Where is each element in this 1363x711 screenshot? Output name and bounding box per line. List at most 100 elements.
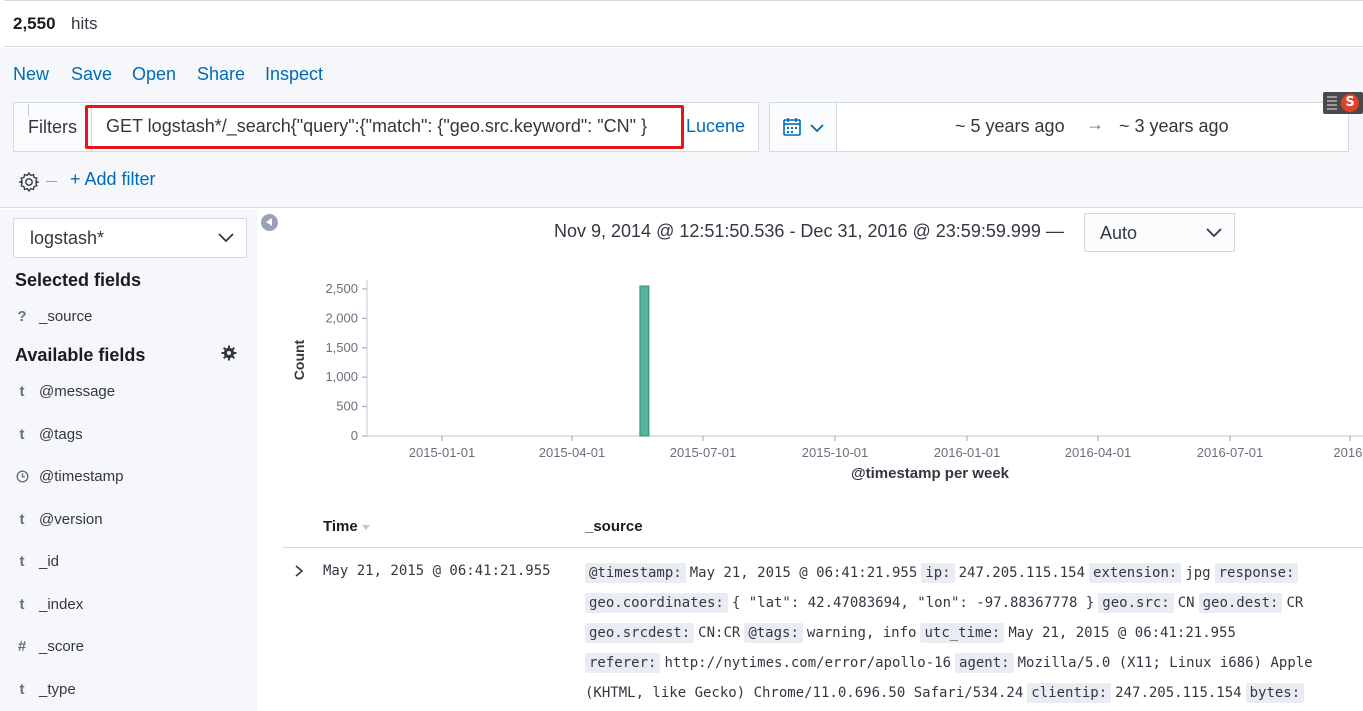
source-line: referer: http://nytimes.com/error/apollo-… — [585, 653, 1317, 679]
source-field-key: @timestamp: — [585, 563, 686, 583]
source-field-value: warning, info — [806, 625, 917, 641]
sogou-s-icon: S — [1341, 94, 1359, 112]
clock-icon — [15, 468, 29, 487]
date-start[interactable]: ~ 5 years ago — [955, 116, 1065, 137]
x-tick-label: 2016-04-01 — [1065, 445, 1132, 460]
divider — [28, 104, 29, 116]
field-type-icon: t — [19, 680, 25, 698]
field-name: @message — [39, 383, 116, 400]
histogram-bar[interactable] — [639, 285, 650, 437]
index-pattern-value: logstash* — [30, 228, 105, 248]
x-tick-label: 2015-10-01 — [802, 445, 869, 460]
save-button[interactable]: Save — [71, 64, 112, 85]
field-id[interactable]: t _id — [15, 551, 245, 575]
gear-icon[interactable] — [221, 345, 237, 361]
y-tick-label: 0 — [351, 428, 358, 443]
add-filter-button[interactable]: + Add filter — [70, 169, 156, 190]
source-line: geo.srcdest: CN:CR @tags: warning, info utc_… — [585, 623, 1240, 649]
row-time: May 21, 2015 @ 06:41:21.955 — [323, 563, 551, 579]
y-tick-label: 2,500 — [325, 281, 358, 296]
field-name: _type — [39, 680, 76, 698]
field-type-icon: ? — [17, 308, 27, 325]
collapse-sidebar-button[interactable] — [261, 214, 278, 231]
source-field-key: agent: — [955, 653, 1014, 673]
field-type-icon: t — [19, 425, 25, 443]
field-timestamp[interactable]: @timestamp — [15, 466, 245, 490]
source-field-key: geo.srcdest: — [585, 623, 695, 643]
grip-icon — [1327, 96, 1337, 110]
hits-label: hits — [71, 14, 98, 33]
source-field-key: ip: — [921, 563, 955, 583]
x-tick-label: 2016- — [1333, 445, 1363, 460]
open-button[interactable]: Open — [132, 64, 176, 85]
source-field-value: { "lat": 42.47083694, "lon": -97.8836777… — [731, 595, 1095, 611]
field-name: _source — [39, 308, 93, 325]
sogou-ime-icon[interactable]: S — [1323, 92, 1363, 114]
divider — [46, 181, 57, 182]
selected-fields-title: Selected fields — [15, 270, 142, 290]
hits-count: 2,550 — [13, 14, 56, 33]
field-type-icon: t — [19, 510, 25, 528]
y-tick-label: 2,000 — [325, 310, 358, 325]
source-field-value: 247.205.115.154 — [958, 565, 1086, 581]
date-picker: ~ 5 years ago → ~ 3 years ago — [769, 102, 1349, 152]
source-field-key: bytes: — [1245, 683, 1305, 703]
field-name: @version — [39, 510, 103, 528]
chevron-down-icon — [218, 233, 234, 243]
new-button[interactable]: New — [13, 64, 49, 85]
field-name: @timestamp — [39, 468, 124, 485]
field-tags[interactable]: t @tags — [15, 424, 245, 448]
y-tick-label: 1,500 — [325, 340, 358, 355]
source-field-key: geo.dest: — [1198, 593, 1283, 613]
source-field-value: 247.205.115.154 — [1115, 685, 1242, 701]
calendar-icon — [783, 118, 801, 136]
inspect-button[interactable]: Inspect — [265, 64, 323, 85]
quick-select-button[interactable] — [770, 103, 837, 151]
source-field-key: geo.src: — [1098, 593, 1174, 613]
source-field-key: utc_time: — [920, 623, 1005, 643]
share-button[interactable]: Share — [197, 64, 245, 85]
source-field-value: May 21, 2015 @ 06:41:21.955 — [1008, 625, 1236, 641]
query-language-button[interactable]: Lucene — [686, 116, 745, 137]
field-source[interactable]: ? _source — [15, 306, 245, 330]
chevron-down-icon — [1206, 228, 1222, 238]
y-tick-label: 500 — [336, 399, 358, 414]
field-sidebar: logstash* Selected fields ? _source Avail… — [0, 209, 257, 711]
top-nav: New Save Open Share Inspect Filters GET … — [0, 48, 1363, 208]
table-header: Time _source — [283, 508, 1363, 548]
field-index[interactable]: t _index — [15, 594, 245, 618]
field-type-icon: # — [17, 638, 27, 655]
sort-icon[interactable] — [361, 524, 370, 530]
field-score[interactable]: # _score — [15, 636, 245, 660]
source-field-value: Mozilla/5.0 (X11; Linux i686) Apple — [1017, 655, 1313, 671]
x-tick-label: 2016-07-01 — [1197, 445, 1264, 460]
query-highlight-box — [85, 105, 684, 149]
chevron-right-icon[interactable] — [292, 564, 306, 578]
gear-icon[interactable] — [17, 170, 41, 194]
field-version[interactable]: t @version — [15, 509, 245, 533]
hits-bar: 2,550 hits — [4, 0, 1363, 47]
source-field-key: geo.coordinates: — [585, 593, 728, 613]
time-column-header[interactable]: Time — [323, 518, 370, 535]
chevron-down-icon — [810, 124, 824, 133]
histogram-chart: 0 500 1,000 1,500 2,000 2,500 2015-01-01 2015-0… — [291, 280, 1363, 482]
field-type-icon: t — [19, 383, 25, 400]
y-axis-label: Count — [291, 339, 307, 380]
index-pattern-select[interactable]: logstash* — [13, 218, 247, 258]
source-field-value: jpg — [1185, 565, 1211, 581]
interval-select[interactable]: Auto — [1084, 213, 1235, 252]
field-message[interactable]: t @message — [15, 381, 245, 405]
field-name: @tags — [39, 425, 83, 443]
x-tick-label: 2015-04-01 — [539, 445, 606, 460]
time-range-label: Nov 9, 2014 @ 12:51:50.536 - Dec 31, 201… — [554, 221, 1064, 241]
source-field-value: http://nytimes.com/error/apollo-16 — [664, 655, 952, 671]
field-name: _score — [39, 638, 85, 655]
source-field-value: CN:CR — [698, 625, 741, 641]
source-field-key: response: — [1214, 563, 1299, 583]
date-end[interactable]: ~ 3 years ago — [1119, 116, 1229, 137]
field-type[interactable]: t _type — [15, 679, 245, 703]
source-field-value: CR — [1286, 595, 1304, 611]
field-name: _index — [39, 595, 84, 613]
source-field-value: (KHTML, like Gecko) Chrome/11.0.696.50 S… — [585, 685, 1024, 701]
x-tick-label: 2016-01-01 — [934, 445, 1001, 460]
